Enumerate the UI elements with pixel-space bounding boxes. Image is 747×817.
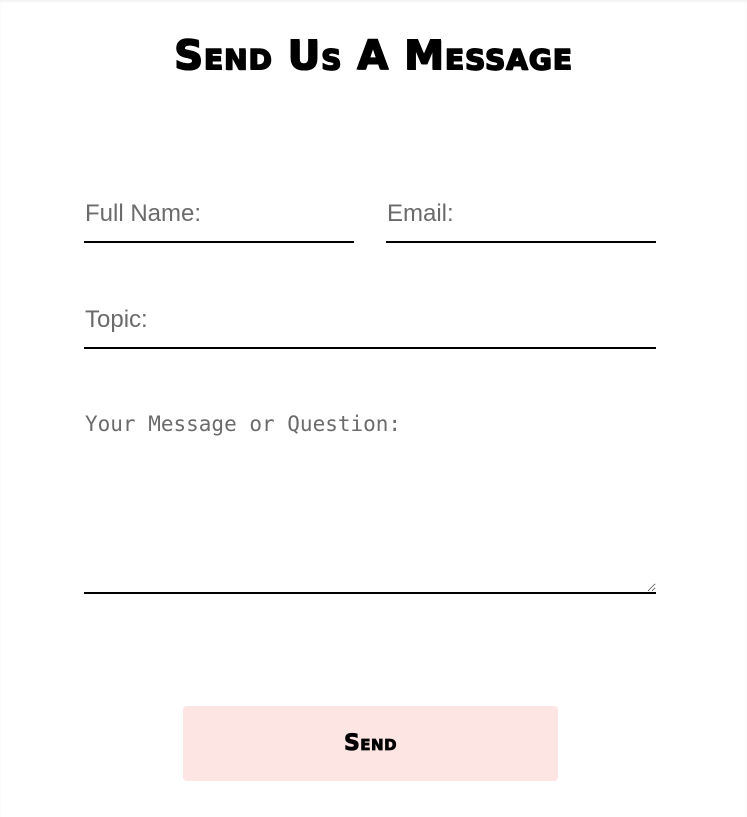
email-input[interactable] xyxy=(386,196,656,243)
contact-page: Send Us A Message Send xyxy=(0,0,747,817)
send-button[interactable]: Send xyxy=(183,706,558,781)
full-name-input[interactable] xyxy=(84,196,354,243)
form-title: Send Us A Message xyxy=(173,32,573,80)
message-textarea[interactable] xyxy=(84,408,656,594)
topic-input[interactable] xyxy=(84,302,656,349)
